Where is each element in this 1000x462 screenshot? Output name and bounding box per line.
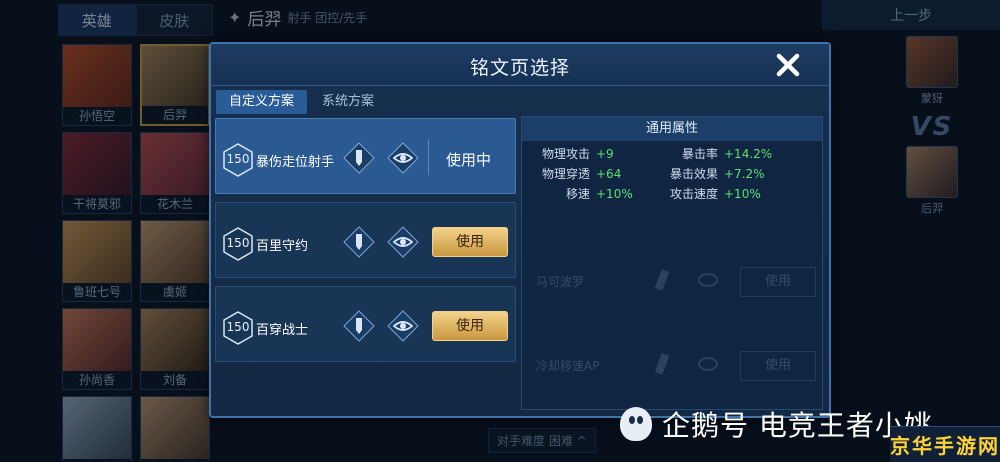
pen-icon <box>343 142 375 174</box>
plan-list: 150 暴伤走位射手 使用中 150 百里守约 使用 150 百穿战士 使用 <box>215 118 516 370</box>
penguin-icon <box>620 407 652 441</box>
faded-plan-name: 马可波罗 <box>536 275 585 289</box>
eye-icon <box>387 142 419 174</box>
plan-row[interactable]: 150 百穿战士 使用 <box>215 286 516 362</box>
stat-label: 物理攻击 <box>541 147 590 161</box>
eye-icon <box>387 226 419 258</box>
edit-button[interactable] <box>342 309 376 343</box>
level-value: 150 <box>226 152 250 166</box>
faded-eye-icon <box>698 357 718 371</box>
preview-button[interactable] <box>386 141 420 175</box>
in-use-status: 使用中 <box>446 151 492 169</box>
plan-tabs: 自定义方案 系统方案 <box>216 90 387 114</box>
stat-value: +64 <box>596 167 622 181</box>
corner-logo: 京华手游网 <box>890 426 1000 462</box>
stats-grid: 物理攻击 +9 暴击率 +14.2% 物理穿透 +64 暴击效果 +7.2% 移… <box>522 141 822 203</box>
stat-label: 暴击效果 <box>669 167 718 181</box>
stat-value: +10% <box>596 187 633 201</box>
close-button[interactable] <box>773 50 803 80</box>
faded-pen-icon <box>654 269 670 291</box>
use-plan-button[interactable]: 使用 <box>432 227 508 257</box>
faded-use-button: 使用 <box>740 267 816 297</box>
pen-icon <box>343 226 375 258</box>
stat-value: +9 <box>596 147 614 161</box>
rune-page-modal: 铭文页选择 自定义方案 系统方案 150 暴伤走位射手 使用中 150 百里守约… <box>209 42 831 418</box>
level-badge: 150 <box>223 143 253 177</box>
faded-plan-name: 冷却移速AP <box>536 359 600 373</box>
watermark: 企鹅号 电竞王者小姚 <box>620 404 933 444</box>
stat-value: +14.2% <box>724 147 773 161</box>
level-value: 150 <box>226 320 250 334</box>
close-icon <box>776 53 800 77</box>
stats-header: 通用属性 <box>522 117 822 141</box>
plan-row[interactable]: 150 暴伤走位射手 使用中 <box>215 118 516 194</box>
modal-header: 铭文页选择 <box>211 44 829 86</box>
stat-label: 移速 <box>565 187 590 201</box>
plan-name: 暴伤走位射手 <box>256 155 335 170</box>
faded-plan-row: 马可波罗 使用 <box>522 253 822 313</box>
plan-row[interactable]: 150 百里守约 使用 <box>215 202 516 278</box>
edit-button[interactable] <box>342 225 376 259</box>
stat-label: 物理穿透 <box>541 167 590 181</box>
faded-pen-icon <box>654 353 670 375</box>
level-badge: 150 <box>223 227 253 261</box>
tab-custom-plans[interactable]: 自定义方案 <box>216 90 308 114</box>
eye-icon <box>387 310 419 342</box>
use-plan-button[interactable]: 使用 <box>432 311 508 341</box>
stat-value: +7.2% <box>724 167 765 181</box>
preview-button[interactable] <box>386 309 420 343</box>
stat-label: 攻击速度 <box>669 187 718 201</box>
modal-title: 铭文页选择 <box>469 57 570 79</box>
pen-icon <box>343 310 375 342</box>
edit-button[interactable] <box>342 141 376 175</box>
stat-value: +10% <box>724 187 761 201</box>
level-badge: 150 <box>223 311 253 345</box>
level-value: 150 <box>226 236 250 250</box>
faded-eye-icon <box>698 273 718 287</box>
plan-name: 百里守约 <box>256 239 309 254</box>
stat-label: 暴击率 <box>681 147 718 161</box>
tab-system-plans[interactable]: 系统方案 <box>309 90 387 114</box>
row-divider <box>428 139 429 175</box>
faded-use-button: 使用 <box>740 351 816 381</box>
faded-plan-row: 冷却移速AP 使用 <box>522 337 822 397</box>
stats-panel: 通用属性 物理攻击 +9 暴击率 +14.2% 物理穿透 +64 暴击效果 +7… <box>521 116 823 410</box>
plan-name: 百穿战士 <box>256 323 309 338</box>
preview-button[interactable] <box>386 225 420 259</box>
